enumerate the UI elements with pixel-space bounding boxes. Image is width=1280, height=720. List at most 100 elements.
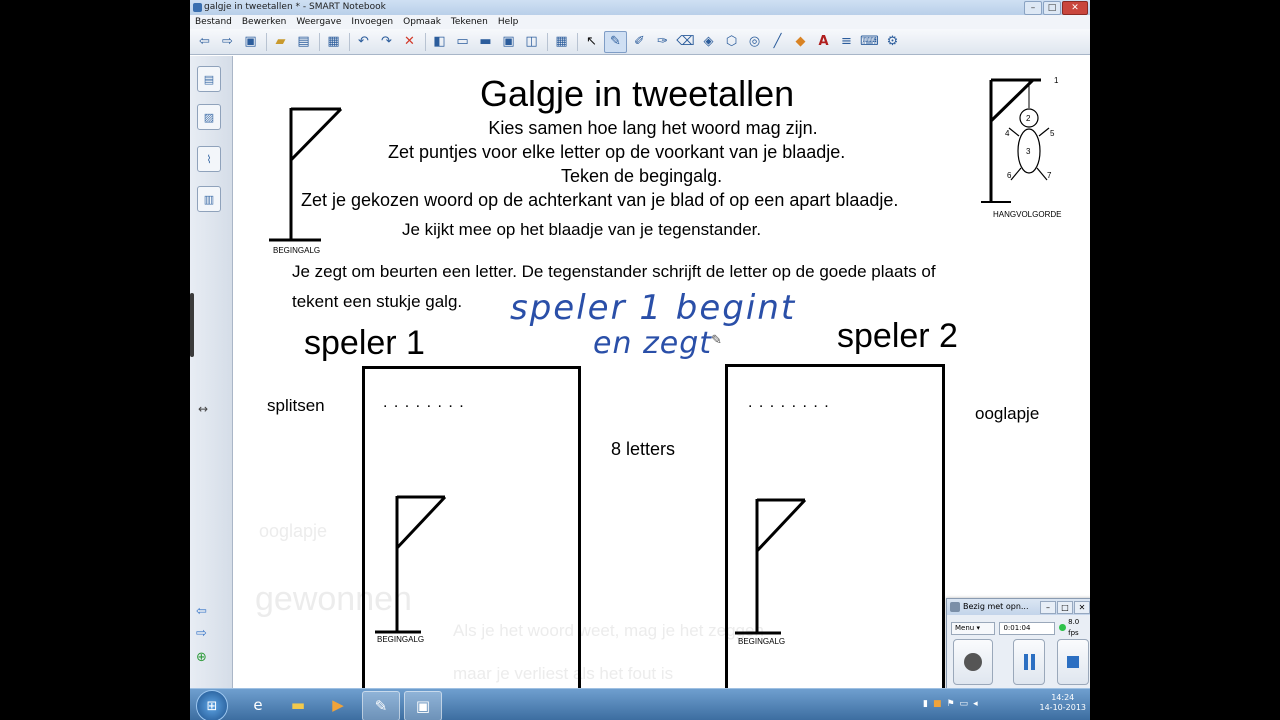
pause-icon xyxy=(1023,654,1028,670)
windows-taskbar: ⊞ e ▬ ▶ ✎ ▣ ▮ ■ ⚑ ▭ ◂ 14:24 14-10-2013 xyxy=(190,688,1090,720)
keyboard-icon[interactable]: ⌨ xyxy=(859,32,880,52)
player2-word-dots: . . . . . . . . xyxy=(748,394,830,411)
minimize-button[interactable]: – xyxy=(1024,1,1042,15)
menu-tekenen[interactable]: Tekenen xyxy=(446,15,493,29)
shape-icon[interactable]: ◈ xyxy=(698,32,719,52)
eraser-icon[interactable]: ⌫ xyxy=(675,32,696,52)
tray-monitor-icon[interactable]: ▭ xyxy=(960,699,969,709)
internet-explorer-icon[interactable]: e xyxy=(240,691,276,719)
hangvolgorde-drawing xyxy=(981,78,1050,203)
stop-button[interactable] xyxy=(1057,639,1089,685)
menu-weergave[interactable]: Weergave xyxy=(291,15,346,29)
pause-icon xyxy=(1030,654,1035,670)
add-page-sidebar-icon[interactable]: ⊕ xyxy=(196,650,207,665)
recording-status-dot-icon xyxy=(1059,624,1067,631)
recorder-close-button[interactable]: ✕ xyxy=(1074,601,1090,614)
clock-time: 14:24 xyxy=(1051,693,1075,702)
delete-icon[interactable]: ✕ xyxy=(399,32,420,52)
system-tray: ▮ ■ ⚑ ▭ ◂ xyxy=(923,699,978,709)
hang-number: 4 xyxy=(1005,129,1010,138)
open-folder-icon[interactable]: ▰ xyxy=(270,32,291,52)
smart-notebook-taskbar-icon[interactable]: ✎ xyxy=(362,691,400,720)
recorder-minimize-button[interactable]: – xyxy=(1040,601,1056,614)
save-icon[interactable]: ▤ xyxy=(293,32,314,52)
previous-page-icon[interactable]: ⇦ xyxy=(196,604,207,619)
screen-shade-icon[interactable]: ◧ xyxy=(429,32,450,52)
next-page-icon[interactable]: ⇨ xyxy=(196,626,207,641)
toolbar-separator xyxy=(577,32,578,51)
document-camera-icon[interactable]: ◫ xyxy=(521,32,542,52)
close-button[interactable]: ✕ xyxy=(1062,1,1088,15)
recorder-title-bar: Bezig met opn... – □ ✕ xyxy=(947,599,1090,615)
hang-number: 3 xyxy=(1026,147,1031,156)
maximize-button[interactable]: □ xyxy=(1043,1,1061,15)
pause-button[interactable] xyxy=(1013,639,1045,685)
handwriting-annotation: en zegt xyxy=(593,326,713,361)
display-icon[interactable]: ▬ xyxy=(475,32,496,52)
magic-pen-icon[interactable]: ✑ xyxy=(652,32,673,52)
tray-app-icon[interactable]: ■ xyxy=(933,699,942,709)
recorder-window-controls: – □ ✕ xyxy=(1040,601,1090,614)
screen-recorder-window: Bezig met opn... – □ ✕ Menu ▾ 0:01:04 8.… xyxy=(946,598,1090,692)
select-icon[interactable]: ↖ xyxy=(581,32,602,52)
tray-flag-icon[interactable]: ⚑ xyxy=(946,699,954,709)
rules-paragraph-line: tekent een stukje galg. xyxy=(292,292,463,311)
undo-icon[interactable]: ↶ xyxy=(353,32,374,52)
forward-arrow-icon[interactable]: ⇨ xyxy=(217,32,238,52)
handwriting-annotation: speler 1 begint xyxy=(510,288,797,328)
menu-bestand[interactable]: Bestand xyxy=(190,15,237,29)
back-arrow-icon[interactable]: ⇦ xyxy=(194,32,215,52)
regular-polygon-icon[interactable]: ⬡ xyxy=(721,32,742,52)
creative-pen-icon[interactable]: ✐ xyxy=(629,32,650,52)
page-sorter-icon[interactable]: ▤ xyxy=(197,66,221,92)
recorder-menu-label: Menu xyxy=(955,624,975,632)
clock[interactable]: 14:24 14-10-2013 xyxy=(1040,693,1087,713)
properties-icon[interactable]: ≡ xyxy=(836,32,857,52)
tray-network-icon[interactable]: ▮ xyxy=(923,699,928,709)
file-explorer-icon[interactable]: ▬ xyxy=(280,691,316,719)
toolbar-separator xyxy=(349,32,350,51)
menu-invoegen[interactable]: Invoegen xyxy=(346,15,398,29)
record-icon xyxy=(964,653,982,671)
paste-icon[interactable]: ▦ xyxy=(323,32,344,52)
fill-icon[interactable]: ◆ xyxy=(790,32,811,52)
recorder-elapsed-time: 0:01:04 xyxy=(999,622,1056,635)
add-page-icon[interactable]: ▣ xyxy=(240,32,261,52)
start-button[interactable]: ⊞ xyxy=(196,690,228,720)
menu-opmaak[interactable]: Opmaak xyxy=(398,15,446,29)
record-button[interactable] xyxy=(953,639,993,685)
toolbar-separator xyxy=(547,32,548,51)
recorder-menu-dropdown[interactable]: Menu ▾ xyxy=(951,622,996,635)
menu-bewerken[interactable]: Bewerken xyxy=(237,15,291,29)
recorder-taskbar-icon[interactable]: ▣ xyxy=(404,691,442,720)
properties-tab-icon[interactable]: ▥ xyxy=(197,186,221,212)
player1-word-dots: . . . . . . . . xyxy=(383,394,465,411)
player2-galg-drawing xyxy=(735,498,807,635)
player2-label: speler 2 xyxy=(837,317,958,355)
hangvolgorde-label: HANGVOLGORDE xyxy=(993,210,1062,219)
hang-number: 5 xyxy=(1050,129,1055,138)
sidebar-grip[interactable] xyxy=(190,293,194,357)
recorder-fps: 8.0 fps xyxy=(1059,618,1090,637)
tray-volume-icon[interactable]: ◂ xyxy=(973,699,978,709)
redo-icon[interactable]: ↷ xyxy=(376,32,397,52)
text-icon[interactable]: A xyxy=(813,32,834,52)
gallery-icon[interactable]: ▨ xyxy=(197,104,221,130)
connector-icon[interactable]: ◎ xyxy=(744,32,765,52)
toolbar-settings-icon[interactable]: ⚙ xyxy=(882,32,903,52)
line-icon[interactable]: ╱ xyxy=(767,32,788,52)
window-controls: – □ ✕ xyxy=(1024,1,1088,15)
app-icon xyxy=(193,3,202,12)
full-screen-icon[interactable]: ▭ xyxy=(452,32,473,52)
table-icon[interactable]: ▦ xyxy=(551,32,572,52)
player1-galg-drawing xyxy=(375,495,447,634)
capture-icon[interactable]: ▣ xyxy=(498,32,519,52)
recorder-maximize-button[interactable]: □ xyxy=(1057,601,1073,614)
menu-help[interactable]: Help xyxy=(493,15,524,29)
hang-number: 1 xyxy=(1054,76,1059,85)
pen-icon[interactable]: ✎ xyxy=(604,30,627,53)
attachments-icon[interactable]: ⌇ xyxy=(197,146,221,172)
media-player-icon[interactable]: ▶ xyxy=(320,691,356,719)
resize-arrows-icon[interactable]: ↔ xyxy=(198,402,208,416)
pen-cursor-icon: ✎ xyxy=(711,332,722,347)
